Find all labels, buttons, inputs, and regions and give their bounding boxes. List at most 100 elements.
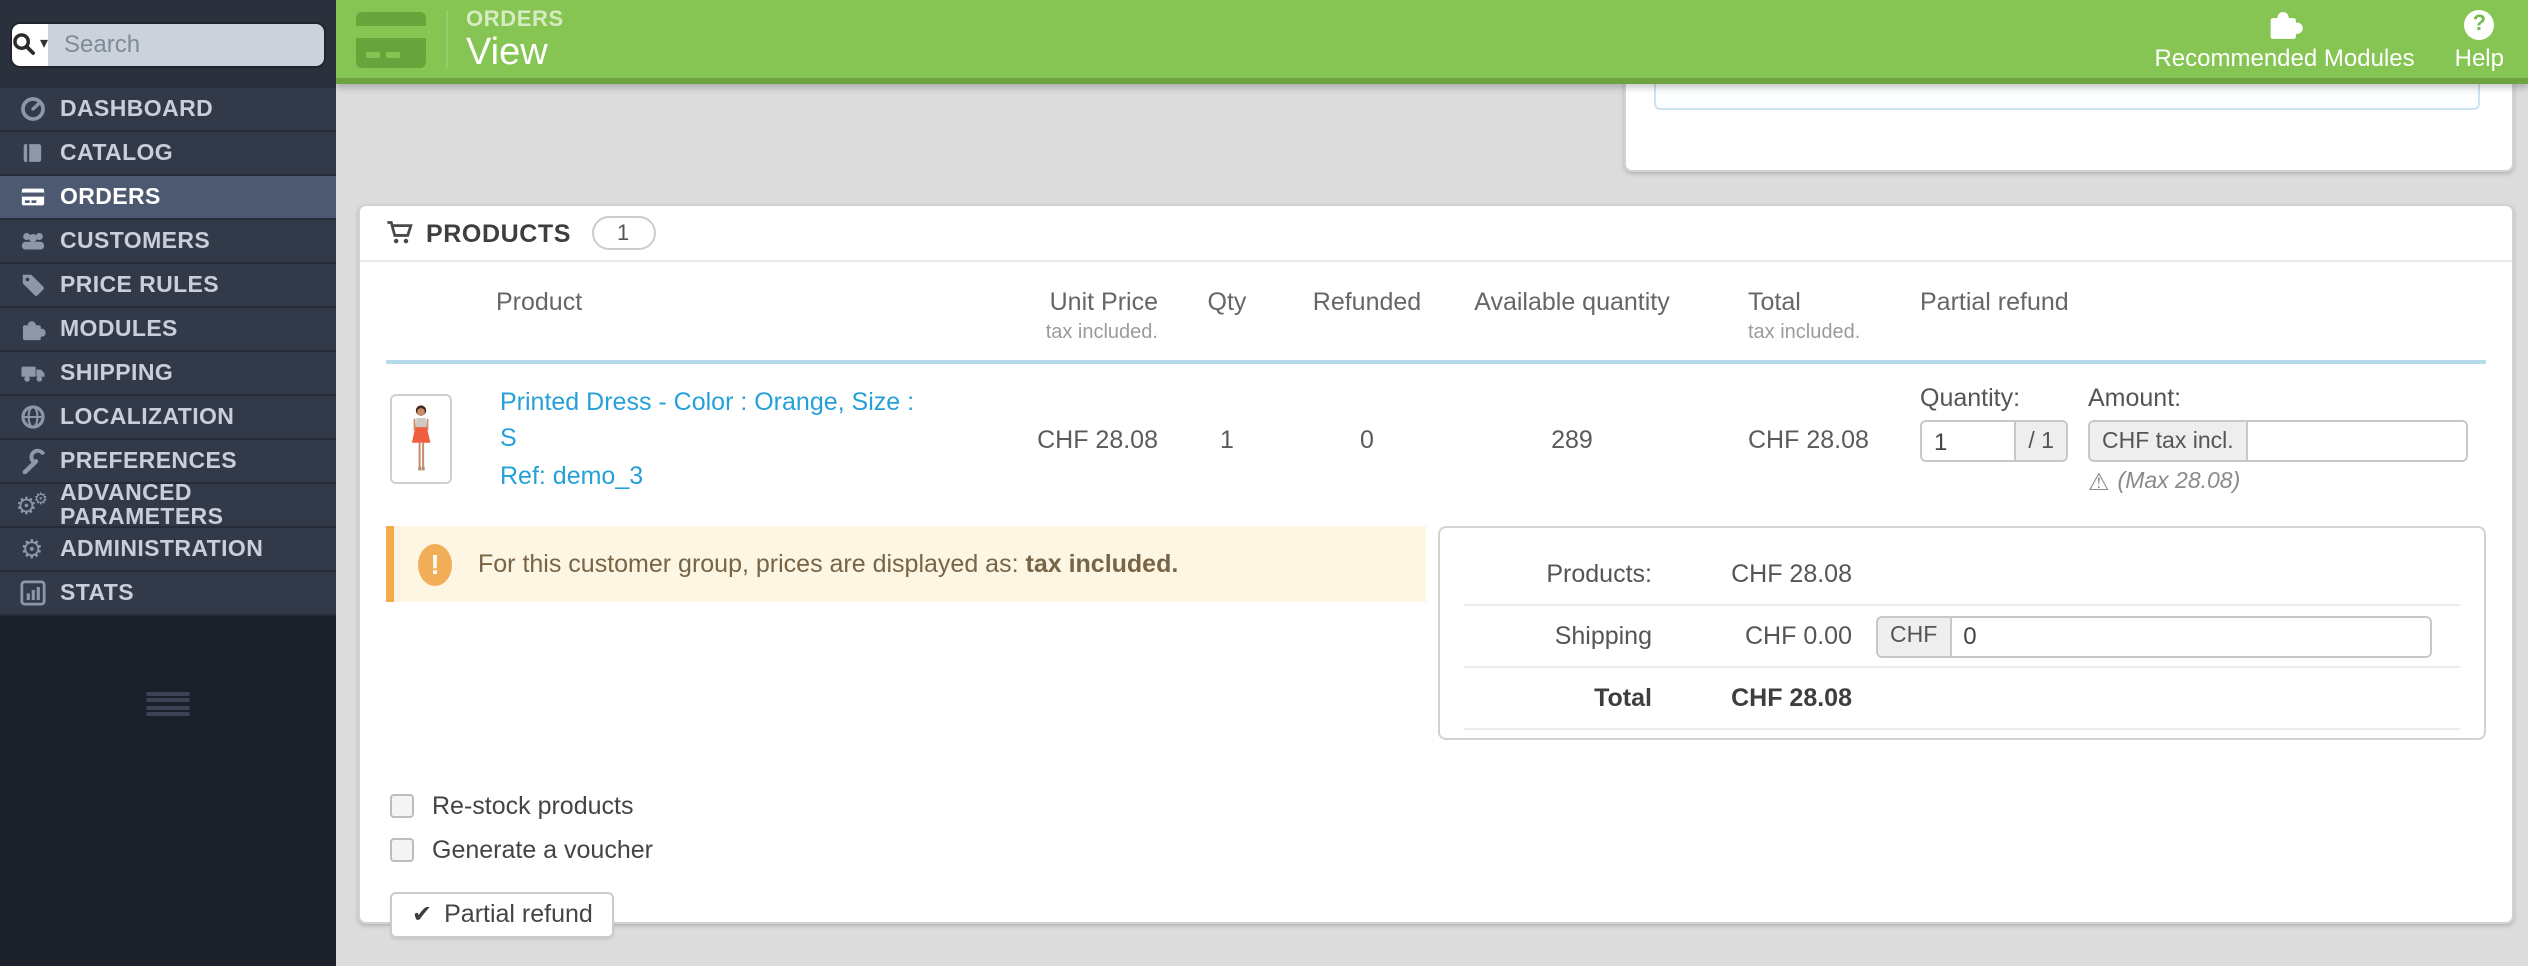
product-ref-link[interactable]: Ref: demo_3 — [500, 457, 922, 493]
products-count-badge: 1 — [591, 216, 656, 250]
shipping-cost-input[interactable] — [1951, 617, 2430, 655]
shipping-icon — [18, 359, 46, 387]
order-note-box[interactable] — [1654, 84, 2480, 110]
totals-shipping-label: Shipping — [1554, 622, 1652, 650]
collapse-menu-icon[interactable] — [146, 692, 190, 716]
sidebar-item-label: DASHBOARD — [60, 97, 214, 121]
refunded-value: 0 — [1360, 425, 1374, 453]
sidebar-item-label: ADVANCED PARAMETERS — [60, 481, 224, 529]
help-button[interactable]: ? Help — [2455, 10, 2504, 72]
refund-quantity-max-addon: / 1 — [2014, 422, 2066, 460]
sidebar-item-price-rules[interactable]: PRICE RULES — [0, 264, 336, 308]
products-table-header: Product Unit Price tax included. Qty Ref… — [386, 262, 2486, 364]
sidebar-item-label: LOCALIZATION — [60, 405, 235, 429]
tax-notice-bold: tax included. — [1025, 550, 1179, 578]
restock-products-label: Re-stock products — [432, 792, 634, 820]
product-thumbnail[interactable] — [390, 394, 452, 484]
order-top-panel — [1624, 84, 2514, 172]
products-panel: PRODUCTS 1 Product Unit Price tax includ… — [358, 204, 2514, 938]
search-icon — [13, 33, 35, 55]
col-available-quantity: Available quantity — [1474, 288, 1670, 316]
warning-icon: ⚠ — [2088, 468, 2110, 496]
col-refunded: Refunded — [1312, 288, 1422, 316]
restock-products-option[interactable]: Re-stock products — [390, 792, 2486, 820]
totals-total-row: Total CHF 28.08 — [1464, 668, 2460, 730]
generate-voucher-option[interactable]: Generate a voucher — [390, 836, 2486, 864]
sidebar-item-label: MODULES — [60, 317, 178, 341]
cart-icon — [386, 220, 414, 246]
localization-icon — [18, 403, 46, 431]
restock-products-checkbox[interactable] — [390, 794, 414, 818]
sidebar-item-shipping[interactable]: SHIPPING — [0, 352, 336, 396]
sidebar-item-modules[interactable]: MODULES — [0, 308, 336, 352]
table-row: Printed Dress - Color : Orange, Size : S… — [386, 364, 2486, 510]
sidebar-item-localization[interactable]: LOCALIZATION — [0, 396, 336, 440]
sidebar-item-catalog[interactable]: CATALOG — [0, 132, 336, 176]
main-content: PRODUCTS 1 Product Unit Price tax includ… — [336, 84, 2528, 966]
totals-products-label: Products: — [1546, 560, 1652, 588]
totals-shipping-value: CHF 0.00 — [1745, 622, 1852, 650]
question-icon: ? — [2464, 10, 2495, 40]
sidebar-item-dashboard[interactable]: DASHBOARD — [0, 88, 336, 132]
refund-amount-input[interactable] — [2247, 422, 2466, 460]
header-divider — [446, 10, 448, 68]
refund-amount-currency-addon: CHF tax incl. — [2090, 422, 2248, 460]
totals-total-value: CHF 28.08 — [1731, 684, 1852, 712]
sidebar-item-orders[interactable]: ORDERS — [0, 176, 336, 220]
tax-notice: ! For this customer group, prices are di… — [386, 526, 1426, 602]
catalog-icon — [18, 139, 46, 167]
customers-icon — [18, 227, 46, 255]
sidebar-nav: DASHBOARD CATALOG ORDERS CUSTOMERS PRICE… — [0, 88, 336, 616]
search-input[interactable] — [48, 23, 324, 65]
qty-value: 1 — [1220, 425, 1234, 453]
product-name-link[interactable]: Printed Dress - Color : Orange, Size : S — [500, 385, 922, 458]
refund-amount-label: Amount: — [2088, 384, 2182, 412]
partial-refund-button-label: Partial refund — [444, 900, 593, 928]
advanced-parameters-icon: ⚙⚙ — [15, 490, 49, 520]
sidebar-item-label: SHIPPING — [60, 361, 174, 385]
sidebar-footer — [0, 616, 336, 966]
refund-quantity-label: Quantity: — [1920, 384, 2021, 412]
sidebar-item-label: CUSTOMERS — [60, 229, 211, 253]
sidebar-item-preferences[interactable]: PREFERENCES — [0, 440, 336, 484]
total-value: CHF 28.08 — [1748, 425, 1869, 453]
generate-voucher-checkbox[interactable] — [390, 838, 414, 862]
available-quantity-value: 289 — [1551, 425, 1593, 453]
sidebar-item-stats[interactable]: STATS — [0, 572, 336, 616]
totals-shipping-row: Shipping CHF 0.00 CHF — [1464, 606, 2460, 668]
refund-quantity-input[interactable] — [1922, 422, 2015, 460]
col-qty: Qty — [1207, 288, 1247, 316]
price-rules-icon — [18, 271, 46, 299]
recommended-modules-button[interactable]: Recommended Modules — [2154, 6, 2415, 72]
stats-icon — [18, 579, 46, 607]
refund-max-note: ⚠ (Max 28.08) — [2088, 468, 2241, 496]
breadcrumb: ORDERS — [466, 7, 564, 32]
sidebar-item-label: PREFERENCES — [60, 449, 237, 473]
sidebar-item-advanced-parameters[interactable]: ⚙⚙ ADVANCED PARAMETERS — [0, 481, 336, 529]
sidebar-item-customers[interactable]: CUSTOMERS — [0, 220, 336, 264]
orders-page-icon — [356, 11, 426, 67]
orders-icon — [18, 183, 46, 211]
partial-refund-button[interactable]: ✔ Partial refund — [390, 892, 615, 938]
col-product: Product — [496, 288, 583, 316]
products-panel-heading: PRODUCTS 1 — [360, 206, 2512, 262]
col-partial-refund: Partial refund — [1920, 288, 2069, 316]
sidebar-item-label: PRICE RULES — [60, 273, 220, 297]
check-icon: ✔ — [412, 900, 433, 928]
col-total: Total tax included. — [1692, 288, 1872, 344]
puzzle-icon — [2270, 12, 2303, 39]
sidebar-search-area: ▾ — [0, 0, 336, 88]
totals-products-row: Products: CHF 28.08 — [1464, 544, 2460, 606]
search-scope-button[interactable]: ▾ — [12, 23, 49, 65]
generate-voucher-label: Generate a voucher — [432, 836, 653, 864]
tax-notice-text: For this customer group, prices are disp… — [478, 550, 1019, 578]
administration-icon: ⚙ — [20, 534, 44, 564]
col-unit-price-sub: tax included. — [1045, 322, 1158, 344]
recommended-modules-label: Recommended Modules — [2154, 44, 2415, 72]
sidebar-item-administration[interactable]: ⚙ ADMINISTRATION — [0, 528, 336, 572]
sidebar-item-label: CATALOG — [60, 141, 174, 165]
unit-price-value: CHF 28.08 — [1037, 425, 1158, 453]
sidebar-item-label: ORDERS — [60, 185, 161, 209]
sidebar-item-label: STATS — [60, 581, 134, 605]
partial-refund-cell: Quantity: Amount: / 1 CHF tax incl. ⚠ — [1872, 384, 2486, 494]
